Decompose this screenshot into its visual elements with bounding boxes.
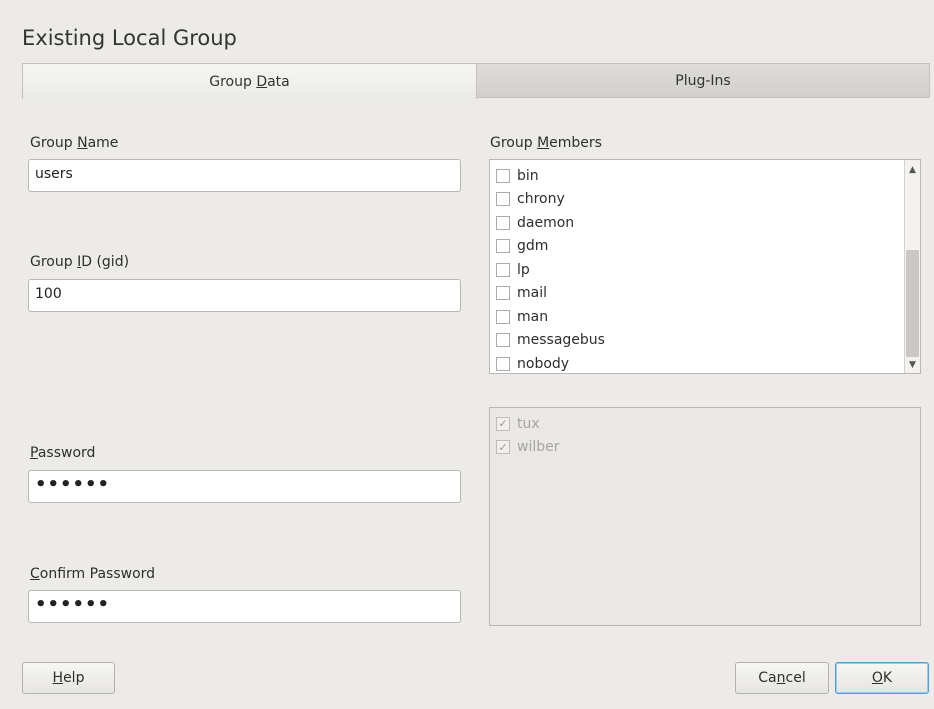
checkbox[interactable] xyxy=(496,192,510,207)
checkbox[interactable] xyxy=(496,168,510,183)
scrollbar-thumb[interactable] xyxy=(906,250,919,357)
member-item[interactable]: chrony xyxy=(496,188,605,212)
member-item[interactable]: messagebus xyxy=(496,329,605,353)
member-item[interactable]: daemon xyxy=(496,211,605,235)
member-item[interactable]: bin xyxy=(496,164,605,188)
confirm-password-label: Confirm Password xyxy=(30,566,156,582)
group-id-label: Group ID (gid) xyxy=(30,254,130,270)
member-item[interactable]: nobody xyxy=(496,352,605,373)
tab-group-data-label: Group Data xyxy=(209,73,290,90)
dialog-title: Existing Local Group xyxy=(22,26,237,50)
checkbox[interactable] xyxy=(496,239,510,254)
group-id-input[interactable]: 100 xyxy=(28,279,461,312)
default-member-item: ✓ wilber xyxy=(496,436,560,460)
tab-plug-ins[interactable]: Plug-Ins xyxy=(476,63,930,98)
members-scrollbar[interactable]: ▲ ▼ xyxy=(904,160,920,373)
group-members-label: Group Members xyxy=(490,135,602,151)
default-members-list: ✓ tux ✓ wilber xyxy=(489,407,921,626)
cancel-button[interactable]: Cancel xyxy=(735,662,829,694)
checkbox[interactable] xyxy=(496,262,510,277)
group-name-label: Group Name xyxy=(30,135,119,151)
password-input[interactable]: •••••• xyxy=(28,470,461,503)
checkbox[interactable] xyxy=(496,286,510,301)
member-item[interactable]: lp xyxy=(496,258,605,282)
scroll-down-arrow-icon[interactable]: ▼ xyxy=(905,358,920,372)
checkbox[interactable] xyxy=(496,215,510,230)
tab-bar: Group Data Plug-Ins xyxy=(22,63,930,99)
member-item[interactable]: gdm xyxy=(496,235,605,259)
checkbox-checked: ✓ xyxy=(496,416,510,431)
confirm-password-input[interactable]: •••••• xyxy=(28,590,461,623)
member-item[interactable]: man xyxy=(496,305,605,329)
checkbox[interactable] xyxy=(496,356,510,371)
group-name-input[interactable]: users xyxy=(28,159,461,192)
checkbox[interactable] xyxy=(496,309,510,324)
help-button[interactable]: Help xyxy=(22,662,115,694)
password-label: Password xyxy=(30,445,96,461)
default-member-item: ✓ tux xyxy=(496,412,560,436)
scroll-up-arrow-icon[interactable]: ▲ xyxy=(905,163,920,177)
checkbox[interactable] xyxy=(496,333,510,348)
tab-group-data[interactable]: Group Data xyxy=(22,63,477,99)
member-item[interactable]: mail xyxy=(496,282,605,306)
ok-button[interactable]: OK xyxy=(835,662,929,694)
checkbox-checked: ✓ xyxy=(496,440,510,455)
group-members-list[interactable]: bin chrony daemon gdm lp mail man messag… xyxy=(489,159,921,374)
tab-plug-ins-label: Plug-Ins xyxy=(675,72,731,89)
